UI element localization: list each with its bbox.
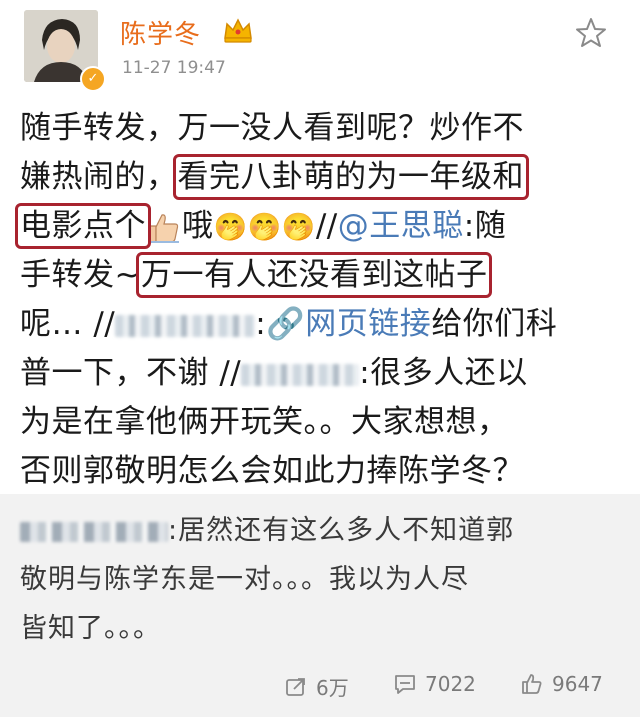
verified-icon: ✓ [80,66,106,92]
post-text-segment: 否则郭敬明怎么会如此力捧陈学冬？ [20,453,524,489]
post-line: 嫌热闹的，看完八卦萌的为一年级和 [20,153,626,202]
highlighted-text: 看完八卦萌的为一年级和 [172,154,529,200]
action-bar: 6万 7022 9647 [0,668,640,708]
post-line: 呢… //:🔗网页链接给你们科 [20,300,626,349]
like-button[interactable]: 9647 [520,672,603,696]
post-line: 普一下，不谢 // :很多人还以 [20,349,626,398]
repost-line: :居然还有这么多人不知道郭 [20,508,626,557]
blurred-username [241,363,360,386]
post-line: 手转发~万一有人还没看到这帖子 [20,251,626,300]
like-count: 9647 [552,672,603,696]
repost-icon [286,677,305,696]
post-text-segment: 普一下，不谢 // [20,355,242,391]
post-line: 为是在拿他俩开玩笑。。大家想想， [20,398,626,447]
post-text-segment: : [255,306,267,342]
post-timestamp: 11-27 19:47 [122,58,226,78]
post-text-segment: 呢… // [20,306,116,342]
post-text-segment: 随手转发，万一没人看到呢？炒作不 [20,110,524,146]
like-icon [522,674,542,694]
post-text-segment: 为是在拿他俩开玩笑。。大家想想， [20,404,509,440]
post-line: 否则郭敬明怎么会如此力捧陈学冬？ [20,447,626,496]
blurred-username [115,314,256,337]
post-text-segment: 手转发~ [20,257,141,293]
author-name[interactable]: 陈学冬 [120,14,201,51]
comment-icon [395,675,415,694]
star-icon[interactable] [574,16,608,50]
comment-button[interactable]: 7022 [393,672,476,696]
web-link[interactable]: 🔗网页链接 [266,306,431,342]
repost-line: 皆知了。。。 [20,613,161,644]
post-body: 随手转发，万一没人看到呢？炒作不 嫌热闹的，看完八卦萌的为一年级和 电影点个 哦🤭🤭🤭… [15,104,626,496]
repost-line: 敬明与陈学东是一对。。。我以为人尽 [20,564,469,595]
repost-count: 6万 [316,676,349,700]
post-text-segment: :很多人还以 [359,355,528,391]
post-text-segment: :随 [463,208,507,244]
post-line: 电影点个 哦🤭🤭🤭//@王思聪:随 [15,202,626,251]
grin-emoji: 🤭🤭🤭 [213,212,316,243]
post-text-segment: // [315,208,338,244]
post-text-segment: 嫌热闹的， [20,159,178,195]
blurred-username [20,521,168,542]
post-text-segment: 给你们科 [431,306,558,342]
highlighted-text: 电影点个 [15,203,151,249]
crown-icon [224,18,252,43]
repost-section: :居然还有这么多人不知道郭 敬明与陈学东是一对。。。我以为人尽 皆知了。。。 6… [0,494,640,717]
repost-button[interactable]: 6万 [284,672,349,701]
repost-body: :居然还有这么多人不知道郭 敬明与陈学东是一对。。。我以为人尽 皆知了。。。 [20,508,626,655]
comment-count: 7022 [425,672,476,696]
highlighted-text: 万一有人还没看到这帖子 [135,252,493,298]
post-line: 随手转发，万一没人看到呢？炒作不 [20,104,626,153]
post-text-segment: 哦 [182,208,214,244]
weibo-post-card: ✓ 陈学冬 11-27 19:47 随手转发，万一没人看到呢？炒作不 嫌热闹的，看… [0,0,640,494]
thumbs-up-emoji [146,211,182,245]
mention-link[interactable]: @王思聪 [338,208,464,244]
